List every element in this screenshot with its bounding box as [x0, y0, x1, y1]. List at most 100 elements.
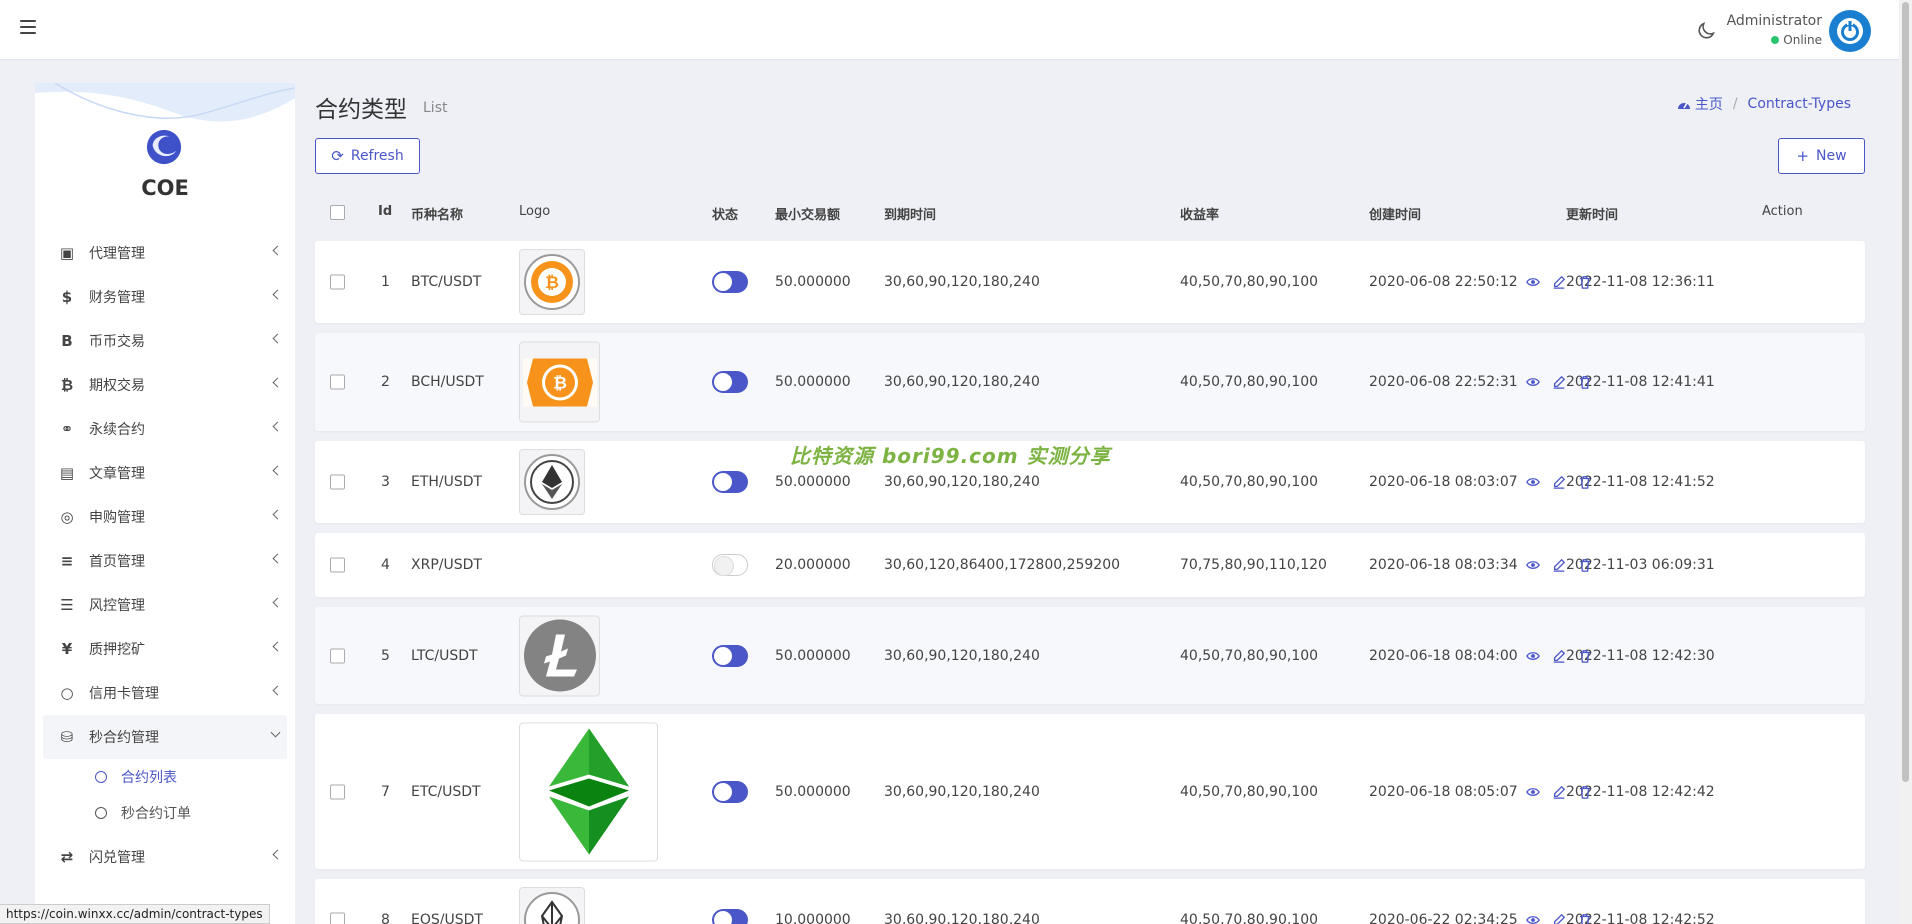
breadcrumb-home-link[interactable]: 主页 [1695, 94, 1723, 114]
cell-rate: 40,50,70,80,90,100 [1180, 647, 1319, 664]
view-eye-icon[interactable] [1526, 649, 1540, 663]
sidebar-item-credit-card[interactable]: ○ 信用卡管理 [35, 671, 295, 715]
delete-trash-icon[interactable] [1578, 475, 1592, 489]
sidebar-item-label: 秒合约管理 [89, 730, 159, 746]
scrollbar-thumb[interactable] [1902, 2, 1909, 782]
litecoin-logo-icon [523, 619, 596, 692]
edit-pencil-icon[interactable] [1552, 785, 1566, 799]
sidebar-item-perpetual[interactable]: ⚭ 永续合约 [35, 407, 295, 451]
vertical-scrollbar[interactable] [1899, 0, 1912, 924]
th-min[interactable]: 最小交易额 [775, 204, 840, 223]
row-checkbox[interactable] [330, 474, 345, 490]
plus-icon: + [1796, 147, 1810, 165]
status-toggle[interactable] [712, 780, 748, 803]
select-all-checkbox[interactable] [330, 205, 345, 220]
row-checkbox[interactable] [330, 274, 345, 290]
view-eye-icon[interactable] [1526, 375, 1540, 389]
sidebar-subitem-label: 秒合约订单 [121, 806, 191, 822]
status-toggle[interactable] [712, 471, 748, 493]
delete-trash-icon[interactable] [1578, 275, 1592, 289]
table-row: 1 BTC/USDT ₿ 50.000000 30,60,90,120,180,… [315, 241, 1865, 323]
row-checkbox[interactable] [330, 648, 345, 663]
sidebar-subitem-contract-list[interactable]: 合约列表 [35, 759, 295, 795]
delete-trash-icon[interactable] [1578, 558, 1592, 572]
sidebar-item-staking[interactable]: ¥ 质押挖矿 [35, 627, 295, 671]
table-header: Id 币种名称 Logo 状态 最小交易额 到期时间 收益率 创建时间 更新时间… [315, 196, 1865, 228]
view-eye-icon[interactable] [1526, 558, 1540, 572]
row-checkbox[interactable] [330, 557, 345, 573]
th-expire[interactable]: 到期时间 [884, 204, 936, 223]
sidebar-item-agent[interactable]: ▣ 代理管理 [35, 231, 295, 275]
cell-expire: 30,60,120,86400,172800,259200 [884, 557, 1121, 573]
cell-min-amount: 50.000000 [775, 647, 851, 664]
row-actions [1526, 475, 1592, 489]
menu-toggle-icon[interactable] [20, 20, 36, 34]
chevron-left-icon [272, 289, 283, 300]
view-eye-icon[interactable] [1526, 785, 1540, 799]
th-updated[interactable]: 更新时间 [1566, 204, 1618, 223]
cell-name: XRP/USDT [411, 557, 482, 573]
row-checkbox[interactable] [330, 912, 345, 924]
cell-id: 5 [381, 647, 390, 664]
delete-trash-icon[interactable] [1578, 375, 1592, 389]
edit-pencil-icon[interactable] [1552, 375, 1566, 389]
dark-mode-moon-icon[interactable] [1695, 20, 1717, 42]
status-toggle[interactable] [712, 371, 748, 393]
delete-trash-icon[interactable] [1578, 785, 1592, 799]
view-eye-icon[interactable] [1526, 275, 1540, 289]
browser-status-url: https://coin.winxx.cc/admin/contract-typ… [0, 904, 270, 924]
status-toggle[interactable] [712, 644, 748, 667]
delete-trash-icon[interactable] [1578, 913, 1592, 924]
th-id[interactable]: Id [378, 204, 392, 219]
chevron-left-icon [272, 597, 283, 608]
cell-rate: 40,50,70,80,90,100 [1180, 374, 1319, 390]
cell-min-amount: 10.000000 [775, 912, 851, 924]
refresh-button[interactable]: ⟳ Refresh [315, 138, 420, 174]
cell-id: 1 [381, 274, 390, 290]
th-name[interactable]: 币种名称 [411, 204, 463, 223]
edit-pencil-icon[interactable] [1552, 649, 1566, 663]
chevron-down-icon [270, 727, 281, 738]
edit-pencil-icon[interactable] [1552, 558, 1566, 572]
view-eye-icon[interactable] [1526, 913, 1540, 924]
coin-logo [519, 887, 585, 924]
chevron-left-icon [272, 465, 283, 476]
status-toggle[interactable] [712, 909, 748, 924]
sidebar-item-finance[interactable]: $ 财务管理 [35, 275, 295, 319]
chevron-left-icon [272, 333, 283, 344]
th-rate[interactable]: 收益率 [1180, 204, 1219, 223]
svg-text:₿: ₿ [545, 273, 559, 293]
edit-pencil-icon[interactable] [1552, 475, 1566, 489]
new-button[interactable]: + New [1778, 138, 1865, 174]
row-checkbox[interactable] [330, 784, 345, 799]
row-checkbox[interactable] [330, 374, 345, 390]
view-eye-icon[interactable] [1526, 475, 1540, 489]
coins-icon: ⛁ [60, 728, 74, 746]
sidebar-item-subscription[interactable]: ◎ 申购管理 [35, 495, 295, 539]
user-name[interactable]: Administrator [1727, 13, 1822, 29]
chevron-left-icon [272, 377, 283, 388]
sidebar-item-flash-exchange[interactable]: ⇄ 闪兑管理 [35, 835, 295, 879]
sidebar-item-spot[interactable]: B 币币交易 [35, 319, 295, 363]
sidebar-subitem-second-orders[interactable]: 秒合约订单 [35, 795, 295, 831]
edit-pencil-icon[interactable] [1552, 913, 1566, 924]
cell-expire: 30,60,90,120,180,240 [884, 274, 1040, 290]
sidebar-item-options[interactable]: ₿ 期权交易 [35, 363, 295, 407]
sidebar-item-second-contract[interactable]: ⛁ 秒合约管理 [43, 715, 287, 759]
edit-pencil-icon[interactable] [1552, 275, 1566, 289]
row-actions [1526, 275, 1592, 289]
sidebar-item-articles[interactable]: ▤ 文章管理 [35, 451, 295, 495]
status-toggle[interactable] [712, 554, 748, 576]
avatar[interactable] [1829, 10, 1871, 52]
circle-icon: ○ [60, 684, 74, 702]
th-action: Action [1762, 204, 1803, 219]
th-status[interactable]: 状态 [712, 204, 738, 223]
delete-trash-icon[interactable] [1578, 649, 1592, 663]
status-toggle[interactable] [712, 271, 748, 293]
sidebar-item-risk[interactable]: ☰ 风控管理 [35, 583, 295, 627]
link-icon: ⚭ [60, 420, 74, 438]
dollar-icon: $ [61, 288, 73, 306]
th-created[interactable]: 创建时间 [1369, 204, 1421, 223]
sidebar-item-homepage[interactable]: ≡ 首页管理 [35, 539, 295, 583]
chevron-left-icon [272, 553, 283, 564]
